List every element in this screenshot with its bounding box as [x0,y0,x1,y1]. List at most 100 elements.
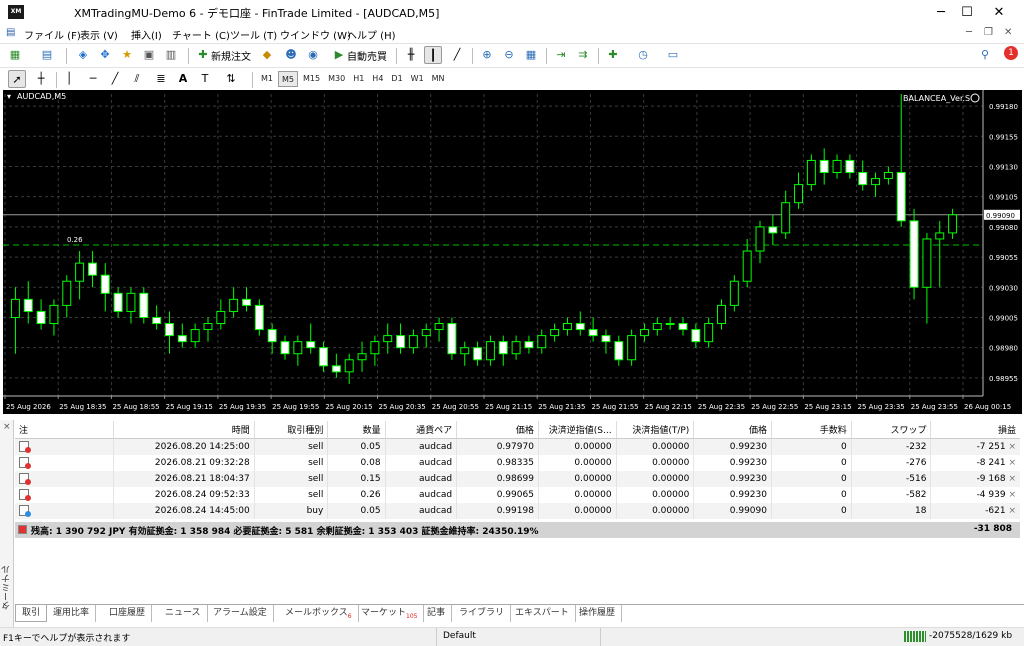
autoscroll-icon[interactable]: ⇉ [574,46,592,64]
text-icon[interactable]: A [174,70,192,88]
doc-icon[interactable]: ▤ [6,27,15,38]
col-time[interactable]: 時間 [113,421,255,439]
chart-shift-icon[interactable]: ⇥ [552,46,570,64]
menu-file[interactable]: ファイル (F) [24,27,81,42]
tile-windows-icon[interactable]: ▦ [522,46,540,64]
tab-10[interactable]: 操作履歴 [573,605,623,622]
notification-badge[interactable]: 1 [1004,46,1018,60]
col-open-price[interactable]: 価格 [456,421,539,439]
col-type[interactable]: 取引種別 [254,421,329,439]
candle-body [164,323,174,337]
timeframe-mn[interactable]: MN [429,71,448,87]
menu-window[interactable]: ウインドウ (W) [280,27,351,42]
tab-1[interactable]: 運用比率 [47,605,97,622]
line-chart-icon[interactable]: ╱ [448,46,466,64]
col-symbol[interactable]: 通貨ペア [385,421,458,439]
col-price[interactable]: 価格 [693,421,772,439]
timeframe-d1[interactable]: D1 [388,71,405,87]
tab-3[interactable]: ニュース [159,605,208,622]
connection-icon[interactable] [904,631,926,642]
close-order-icon[interactable]: × [1008,490,1016,500]
menu-chart[interactable]: チャート (C) [172,27,230,42]
timeframe-h1[interactable]: H1 [350,71,367,87]
mdi-restore-icon[interactable]: ❐ [984,27,993,38]
community-icon[interactable]: ☻ [282,46,300,64]
metaeditor-icon[interactable]: ◆ [258,46,276,64]
tab-5[interactable]: メールボックス6 [279,605,359,622]
new-order-icon[interactable]: ✚ [194,46,212,64]
timeframe-m1[interactable]: M1 [258,71,276,87]
timeframe-h4[interactable]: H4 [369,71,386,87]
close-order-icon[interactable]: × [1008,474,1016,484]
navigator-icon[interactable]: ★ [118,46,136,64]
tab-7[interactable]: 記事 [421,605,453,622]
zoom-in-icon[interactable]: ⊕ [478,46,496,64]
col-volume[interactable]: 数量 [327,421,386,439]
close-button[interactable]: ✕ [976,0,1022,25]
chart-window[interactable]: 0.99180 0.99155 0.99130 0.99105 0.99080 0.990… [3,90,1022,414]
tab-label: 取引 [22,608,41,618]
tester-icon[interactable]: ▥ [162,46,180,64]
candlestick-icon[interactable]: ┃ [424,46,442,64]
channel-icon[interactable]: ⫽ [128,70,146,88]
timeframe-w1[interactable]: W1 [408,71,427,87]
price-chart[interactable]: 0.99180 0.99155 0.99130 0.99105 0.99080 0.990… [3,90,1022,414]
cursor-icon[interactable]: ➚ [8,70,26,88]
x-tick-label: 25 Aug 21:55 [591,403,638,411]
col-sl[interactable]: 決済逆指値(S... [538,421,617,439]
autotrade-icon[interactable]: ▶ [330,46,348,64]
periods-icon[interactable]: ◷ [634,46,652,64]
templates-icon[interactable]: ▭ [664,46,682,64]
bar-chart-icon[interactable]: ╫ [402,46,420,64]
order-row[interactable]: 2026.08.21 18:04:37 sell 0.15 audcad 0.98699… [15,470,1020,487]
order-row[interactable]: 2026.08.24 09:52:33 sell 0.26 audcad 0.99065… [15,486,1020,503]
col-profit[interactable]: 損益 [930,421,1020,439]
data-window-icon[interactable]: ✥ [96,46,114,64]
arrows-icon[interactable]: ⇅ [222,70,240,88]
autotrade-button[interactable]: 自動売買 [347,48,387,63]
col-swap[interactable]: スワップ [851,421,932,439]
vertical-line-icon[interactable]: │ [60,70,78,88]
timeframe-m15[interactable]: M15 [300,71,323,87]
order-row[interactable]: 2026.08.20 14:25:00 sell 0.05 audcad 0.97970… [15,438,1020,455]
search-icon[interactable]: ⚲ [976,46,994,64]
tab-6[interactable]: マーケット105 [355,605,425,622]
menu-tools[interactable]: ツール (T) [230,27,277,42]
timeframe-m30[interactable]: M30 [325,71,348,87]
new-order-button[interactable]: 新規注文 [211,48,251,63]
tab-9[interactable]: エキスパート [509,605,576,622]
profiles-icon[interactable]: ▤ [38,46,56,64]
indicators-icon[interactable]: ✚ [604,46,622,64]
trendline-icon[interactable]: ╱ [106,70,124,88]
tab-4[interactable]: アラーム設定 [207,605,274,622]
fibonacci-icon[interactable]: ≣ [152,70,170,88]
col-ticket[interactable]: 注 [15,421,114,439]
terminal-close-icon[interactable]: × [3,422,11,432]
close-order-icon[interactable]: × [1008,458,1016,468]
horizontal-line-icon[interactable]: ─ [84,70,102,88]
order-row[interactable]: 2026.08.24 14:45:00 buy 0.05 audcad 0.99198 0… [15,502,1020,519]
crosshair-icon[interactable]: ┼ [32,70,50,88]
candle-body [717,304,726,325]
label-icon[interactable]: T [196,70,214,88]
market-watch-icon[interactable]: ◈ [74,46,92,64]
tab-2[interactable]: 口座履歴 [103,605,153,622]
mdi-close-icon[interactable]: ✕ [1004,27,1012,38]
close-order-icon[interactable]: × [1008,506,1016,516]
close-order-icon[interactable]: × [1008,442,1016,452]
timeframe-m5[interactable]: M5 [278,71,298,87]
menu-view[interactable]: 表示 (V) [80,27,118,42]
terminal-icon[interactable]: ▣ [140,46,158,64]
new-chart-icon[interactable]: ▦ [6,46,24,64]
col-tp[interactable]: 決済指値(T/P) [616,421,695,439]
col-commission[interactable]: 手数料 [771,421,852,439]
tab-0[interactable]: 取引 [15,605,48,622]
tab-8[interactable]: ライブラリ [453,605,512,622]
signals-icon[interactable]: ◉ [304,46,322,64]
order-row[interactable]: 2026.08.21 09:32:28 sell 0.08 audcad 0.98335… [15,454,1020,471]
menu-insert[interactable]: 挿入(I) [131,27,162,42]
mdi-minimize-icon[interactable]: ─ [966,27,972,38]
candle-body [229,298,239,312]
zoom-out-icon[interactable]: ⊖ [500,46,518,64]
menu-help[interactable]: ヘルプ (H) [347,27,396,42]
